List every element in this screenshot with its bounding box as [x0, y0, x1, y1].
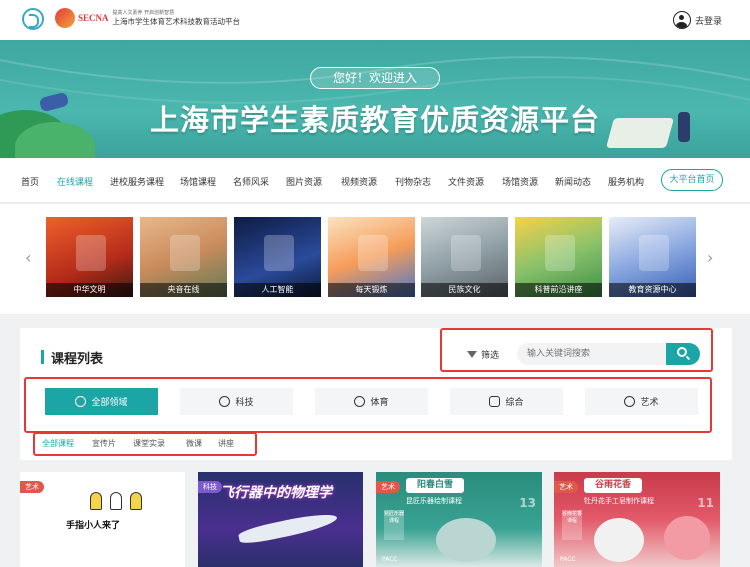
- carousel-card-label: 教育资源中心: [609, 283, 696, 297]
- subtab-promo[interactable]: 宣传片: [92, 438, 116, 449]
- finger-figure-icon: [130, 492, 142, 510]
- palette-icon: [624, 396, 636, 407]
- nav-item-images[interactable]: 图片资源: [286, 175, 322, 188]
- category-comprehensive[interactable]: 综合: [450, 388, 563, 415]
- secna-logo[interactable]: SECNA 提高人文素养 开启创新智慧 上海市学生体育艺术科技教育活动平台: [55, 8, 240, 28]
- course-title: 谷雨花香: [584, 478, 642, 493]
- airplane-illustration: [237, 509, 339, 547]
- nav-item-videos[interactable]: 视频资源: [341, 175, 377, 188]
- nav-item-files[interactable]: 文件资源: [448, 175, 484, 188]
- nav-item-magazines[interactable]: 刊物杂志: [395, 175, 431, 188]
- carousel-card[interactable]: 中华文明: [46, 217, 133, 297]
- science-icon: [219, 396, 231, 407]
- subtab-all-courses[interactable]: 全部课程: [42, 438, 74, 449]
- course-list-title: 课程列表: [51, 352, 104, 367]
- course-title: 手指小人来了: [66, 521, 121, 531]
- course-list-panel: 课程列表 筛选 全部领域 科技 体育 综合 艺术 全部课程 宣传片 课堂实录 微…: [20, 328, 732, 460]
- nav-item-online-courses[interactable]: 在线课程: [57, 175, 93, 188]
- finger-figure-icon: [90, 492, 102, 510]
- all-fields-icon: [75, 396, 87, 407]
- carousel-card[interactable]: 教育资源中心: [609, 217, 696, 297]
- category-arts[interactable]: 艺术: [585, 388, 698, 415]
- carousel-card-label: 民族文化: [421, 283, 508, 297]
- title-accent-bar: [41, 350, 44, 364]
- category-all[interactable]: 全部领域: [45, 388, 158, 415]
- course-card[interactable]: 科技 飞行器中的物理学: [198, 472, 363, 567]
- carousel-card[interactable]: 民族文化: [421, 217, 508, 297]
- nav-item-home[interactable]: 首页: [21, 175, 39, 188]
- finger-figure-icon: [110, 492, 122, 510]
- course-tag: 艺术: [376, 481, 400, 493]
- course-tag: 科技: [198, 481, 222, 493]
- course-tag: 艺术: [20, 481, 44, 493]
- nav-item-school-service[interactable]: 进校服务课程: [110, 175, 164, 188]
- search-button[interactable]: [666, 343, 700, 365]
- filter-icon: [467, 351, 477, 358]
- course-card[interactable]: 艺术 手指小人来了: [20, 472, 185, 567]
- platform-home-button[interactable]: 大平台首页: [661, 169, 723, 191]
- category-science[interactable]: 科技: [180, 388, 293, 415]
- course-title: 飞行器中的物理学: [220, 485, 332, 501]
- filter-label: 筛选: [481, 351, 500, 361]
- pacc-logo: PACC: [382, 556, 398, 563]
- site-header: SECNA 提高人文素养 开启创新智慧 上海市学生体育艺术科技教育活动平台 去登…: [0, 0, 750, 40]
- search-icon: [677, 347, 687, 357]
- banner-title: 上海市学生素质教育优质资源平台: [149, 103, 600, 137]
- course-number: 13: [519, 496, 536, 510]
- login-link[interactable]: 去登录: [672, 11, 722, 29]
- course-tag: 艺术: [554, 481, 578, 493]
- carousel-card-label: 每天锻炼: [328, 283, 415, 297]
- nav-item-famous-teachers[interactable]: 名师风采: [233, 175, 269, 188]
- course-subtitle: 牡丹花手工皂制作课程: [584, 497, 654, 505]
- secna-badge-icon: [55, 8, 75, 28]
- login-label: 去登录: [694, 16, 722, 27]
- category-sports[interactable]: 体育: [315, 388, 428, 415]
- subtab-lectures[interactable]: 讲座: [218, 438, 234, 449]
- brand-slogan: 提高人文素养 开启创新智慧: [112, 9, 175, 16]
- nav-item-organizations[interactable]: 服务机构: [608, 175, 644, 188]
- nav-item-venue-resources[interactable]: 场馆资源: [502, 175, 538, 188]
- soap-flower-illustration: [594, 518, 644, 562]
- main-nav: 首页 在线课程 进校服务课程 场馆课程 名师风采 图片资源 视频资源 刊物杂志 …: [0, 158, 750, 203]
- carousel-next-icon[interactable]: ›: [707, 248, 713, 267]
- course-subtitle: 昆匠乐器绘制课程: [406, 497, 462, 505]
- user-avatar-icon: [672, 11, 691, 29]
- book-icon: [489, 396, 501, 407]
- site-logo-icon[interactable]: [22, 8, 44, 30]
- soap-flower-illustration: [664, 516, 710, 560]
- instrument-illustration: [436, 518, 496, 562]
- course-title: 阳春白雪: [406, 478, 464, 493]
- secna-brand-name: SECNA: [78, 13, 109, 23]
- brand-title: 上海市学生体育艺术科技教育活动平台: [112, 16, 241, 26]
- hero-banner: 您好！欢迎进入 上海市学生素质教育优质资源平台: [0, 40, 750, 158]
- carousel-prev-icon[interactable]: ‹: [25, 248, 31, 267]
- course-side-label: 昆匠乐器课程: [384, 510, 404, 540]
- filter-button[interactable]: 筛选: [467, 348, 499, 361]
- banner-greeting: 您好！欢迎进入: [310, 67, 440, 89]
- course-side-label: 谷雨花香课程: [562, 510, 582, 540]
- subtab-micro-lessons[interactable]: 微课: [186, 438, 202, 449]
- course-card[interactable]: 艺术 阳春白雪 昆匠乐器绘制课程 昆匠乐器课程 13 PACC: [376, 472, 542, 567]
- subtab-class-records[interactable]: 课堂实录: [133, 438, 165, 449]
- carousel-card-label: 央音在线: [140, 283, 227, 297]
- carousel-card[interactable]: 每天锻炼: [328, 217, 415, 297]
- pacc-logo: PACC: [560, 556, 576, 563]
- carousel-card-label: 科普前沿讲座: [515, 283, 602, 297]
- carousel-card[interactable]: 人工智能: [234, 217, 321, 297]
- nav-item-venue-courses[interactable]: 场馆课程: [180, 175, 216, 188]
- carousel-card[interactable]: 科普前沿讲座: [515, 217, 602, 297]
- nav-item-news[interactable]: 新闻动态: [555, 175, 591, 188]
- ball-icon: [354, 396, 366, 407]
- topic-carousel: ‹ 中华文明 央音在线 人工智能 每天锻炼 民族文化 科普前沿讲座 教育资源中心…: [0, 204, 750, 314]
- course-number: 11: [697, 496, 714, 510]
- carousel-card-label: 人工智能: [234, 283, 321, 297]
- carousel-card-label: 中华文明: [46, 283, 133, 297]
- carousel-card[interactable]: 央音在线: [140, 217, 227, 297]
- course-card[interactable]: 艺术 谷雨花香 牡丹花手工皂制作课程 谷雨花香课程 11 PACC: [554, 472, 720, 567]
